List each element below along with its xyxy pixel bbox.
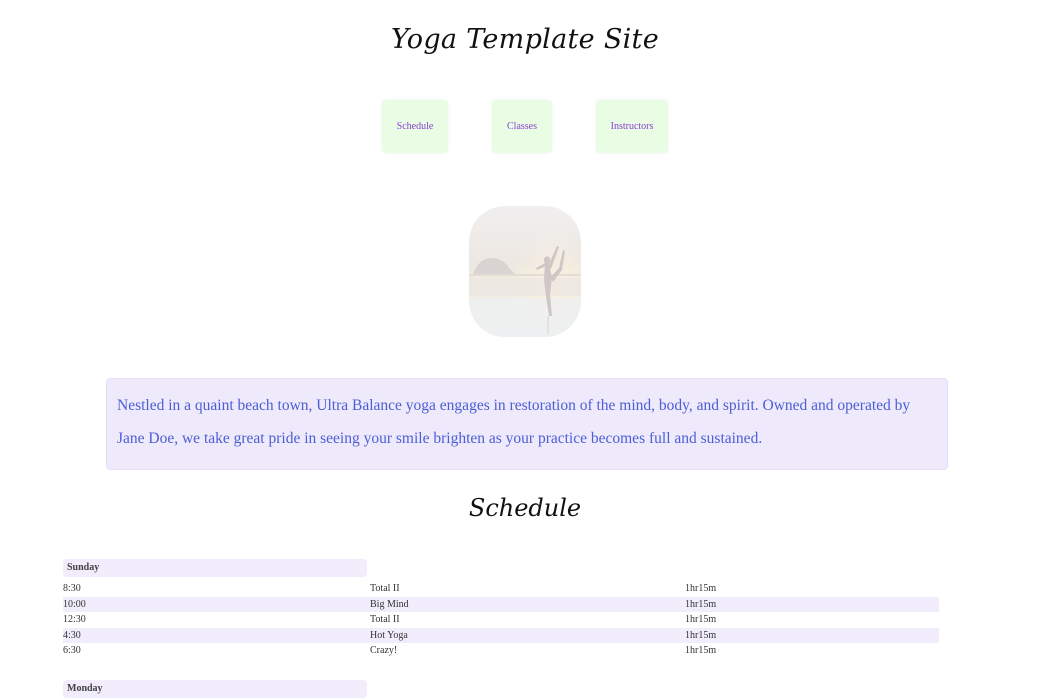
day-header-monday: Monday bbox=[63, 680, 367, 698]
hero-image bbox=[469, 206, 581, 337]
table-row: 12:30 Total II 1hr15m bbox=[63, 612, 939, 628]
nav-instructors-button[interactable]: Instructors bbox=[596, 100, 668, 153]
schedule-title: Schedule bbox=[468, 494, 582, 522]
duration-cell: 1hr15m bbox=[685, 614, 717, 625]
class-cell: Total II bbox=[370, 583, 400, 594]
class-cell: Crazy! bbox=[370, 645, 398, 656]
nav-classes-button[interactable]: Classes bbox=[492, 100, 552, 153]
class-cell: Big Mind bbox=[370, 596, 685, 612]
site-title: Yoga Template Site bbox=[391, 24, 659, 55]
table-row: 6:30 Crazy! 1hr15m bbox=[63, 643, 939, 659]
intro-text: Nestled in a quaint beach town, Ultra Ba… bbox=[106, 378, 948, 470]
time-cell: 12:30 bbox=[63, 614, 86, 625]
day-header-sunday: Sunday bbox=[63, 559, 367, 577]
time-cell: 6:30 bbox=[63, 645, 81, 656]
table-row: 4:30 Hot Yoga 1hr15m bbox=[63, 627, 939, 643]
duration-cell: 1hr15m bbox=[685, 645, 717, 656]
duration-cell: 1hr15m bbox=[685, 627, 939, 643]
table-row: 8:30 Total II 1hr15m bbox=[63, 581, 939, 597]
nav-schedule-button[interactable]: Schedule bbox=[382, 100, 448, 153]
time-cell: 8:30 bbox=[63, 583, 81, 594]
table-row: 10:00 Big Mind 1hr15m bbox=[63, 596, 939, 612]
schedule-table-sunday: 8:30 Total II 1hr15m 10:00 Big Mind 1hr1… bbox=[63, 581, 939, 659]
duration-cell: 1hr15m bbox=[685, 583, 717, 594]
time-cell: 4:30 bbox=[63, 627, 370, 643]
yoga-silhouette-image bbox=[469, 206, 581, 337]
class-cell: Total II bbox=[370, 614, 400, 625]
time-cell: 10:00 bbox=[63, 596, 370, 612]
class-cell: Hot Yoga bbox=[370, 627, 685, 643]
duration-cell: 1hr15m bbox=[685, 596, 939, 612]
